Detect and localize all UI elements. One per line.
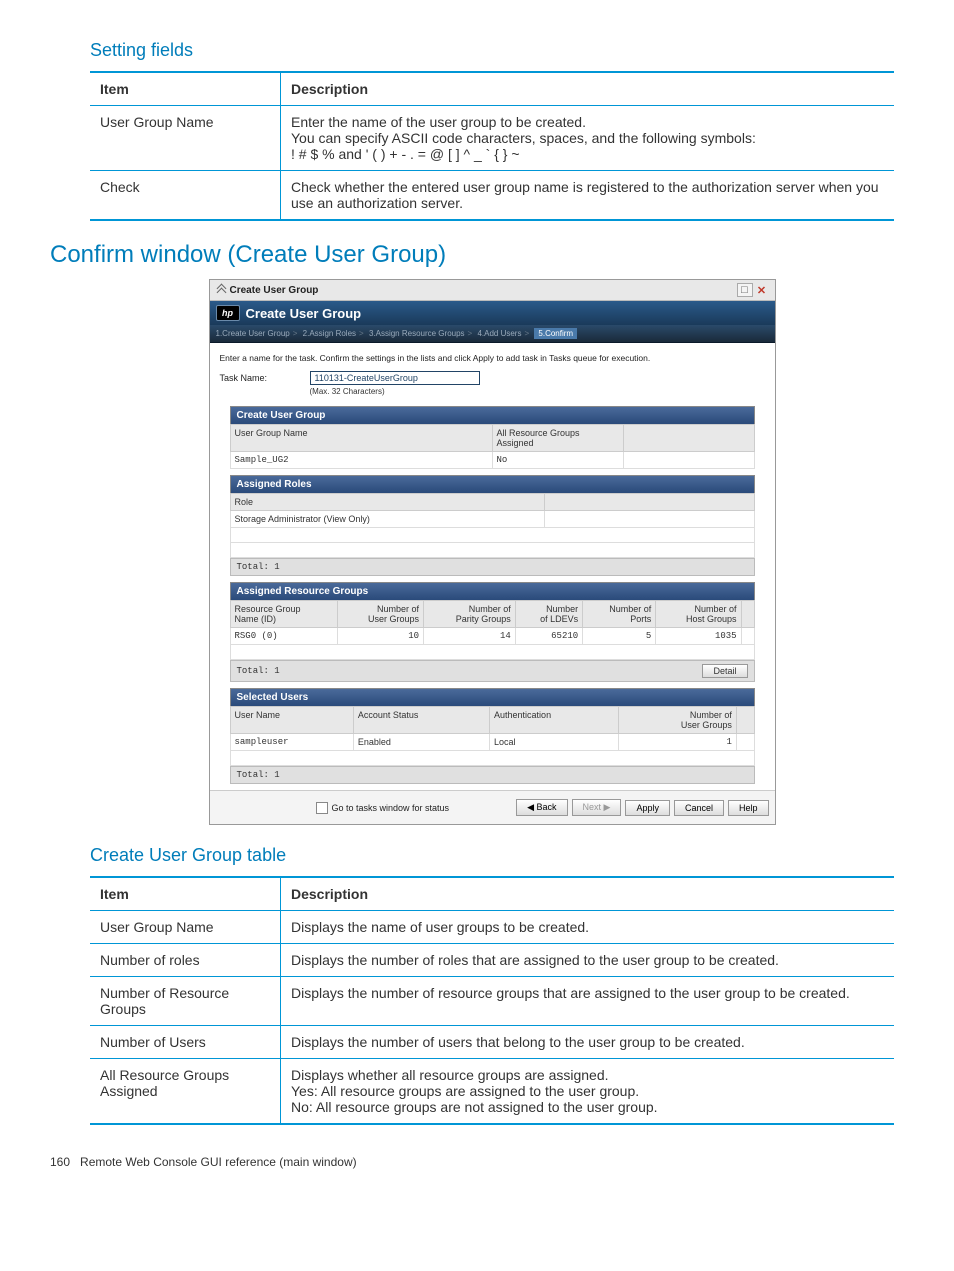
heading-confirm-window: Confirm window (Create User Group) <box>50 241 894 269</box>
help-button[interactable]: Help <box>728 800 769 816</box>
heading-create-table: Create User Group table <box>90 845 894 866</box>
cell-value: No <box>492 452 623 469</box>
col-header: Number of Host Groups <box>656 601 741 628</box>
table-cell: User Group Name <box>90 911 281 944</box>
col-header: Role <box>230 494 544 511</box>
create-user-group-desc-table: Item Description User Group NameDisplays… <box>90 876 894 1125</box>
cell-value: Local <box>490 734 619 751</box>
hp-logo-icon: hp <box>216 305 240 321</box>
table-cell: Displays the name of user groups to be c… <box>281 911 895 944</box>
col-desc: Description <box>281 72 895 106</box>
task-name-hint: (Max. 32 Characters) <box>310 387 480 396</box>
checkbox-label: Go to tasks window for status <box>332 803 450 813</box>
col-header: User Group Name <box>230 425 492 452</box>
cell-value: 14 <box>424 628 516 645</box>
cell-value: 5 <box>583 628 656 645</box>
total-bar: Total: 1 Detail <box>230 660 755 682</box>
heading-setting-fields: Setting fields <box>90 40 894 61</box>
panel-assigned-resource-groups: Assigned Resource Groups <box>230 582 755 600</box>
col-header <box>741 601 754 628</box>
back-button[interactable]: ◀ Back <box>516 799 567 816</box>
col-header: Number of LDEVs <box>515 601 582 628</box>
col-header: Number of User Groups <box>619 707 737 734</box>
task-name-input[interactable]: 110131-CreateUserGroup <box>310 371 480 385</box>
apply-button[interactable]: Apply <box>625 800 670 816</box>
dialog-title: Create User Group <box>246 306 362 321</box>
col-header: All Resource Groups Assigned <box>492 425 623 452</box>
col-desc: Description <box>281 877 895 911</box>
table-cell: User Group Name <box>90 106 281 171</box>
table-cell: Check <box>90 171 281 221</box>
cell-value: 65210 <box>515 628 582 645</box>
col-header: Number of User Groups <box>338 601 424 628</box>
bc-step-active: 5.Confirm <box>534 328 577 339</box>
table-cell: Number of Resource Groups <box>90 977 281 1026</box>
table-cell: Check whether the entered user group nam… <box>281 171 895 221</box>
table-cell: Number of roles <box>90 944 281 977</box>
bc-step: 2.Assign Roles <box>303 329 356 338</box>
page-footer: 160 Remote Web Console GUI reference (ma… <box>50 1155 894 1169</box>
cell-value <box>544 511 754 528</box>
cell-value <box>623 452 754 469</box>
collapse-icon[interactable] <box>216 285 226 295</box>
table-cell: Displays whether all resource groups are… <box>281 1059 895 1125</box>
page-number: 160 <box>50 1155 70 1169</box>
cell-value: 1035 <box>656 628 741 645</box>
screenshot-dialog: Create User Group □ ✕ hp Create User Gro… <box>209 279 776 825</box>
table-cell: All Resource Groups Assigned <box>90 1059 281 1125</box>
instruction-text: Enter a name for the task. Confirm the s… <box>210 343 775 371</box>
next-button: Next ▶ <box>572 799 622 816</box>
table-cell: Displays the number of users that belong… <box>281 1026 895 1059</box>
checkbox-icon[interactable] <box>316 802 328 814</box>
close-icon[interactable]: ✕ <box>755 284 769 296</box>
dialog-footer: Go to tasks window for status ◀ Back Nex… <box>210 790 775 824</box>
wizard-breadcrumb: 1.Create User Group> 2.Assign Roles> 3.A… <box>210 325 775 343</box>
dialog-header: hp Create User Group <box>210 301 775 325</box>
col-header: User Name <box>230 707 353 734</box>
total-bar: Total: 1 <box>230 558 755 576</box>
cell-value <box>736 734 754 751</box>
total-bar: Total: 1 <box>230 766 755 784</box>
cell-value: RSG0 (0) <box>230 628 338 645</box>
cell-value: 10 <box>338 628 424 645</box>
col-header: Number of Ports <box>583 601 656 628</box>
table-cell: Displays the number of roles that are as… <box>281 944 895 977</box>
cell-value <box>741 628 754 645</box>
col-header: Authentication <box>490 707 619 734</box>
cell-value: Sample_UG2 <box>230 452 492 469</box>
detail-button[interactable]: Detail <box>702 664 747 678</box>
panel-assigned-roles: Assigned Roles <box>230 475 755 493</box>
table-cell: Enter the name of the user group to be c… <box>281 106 895 171</box>
titlebar: Create User Group □ ✕ <box>210 280 775 301</box>
cancel-button[interactable]: Cancel <box>674 800 724 816</box>
panel-selected-users: Selected Users <box>230 688 755 706</box>
bc-step: 1.Create User Group <box>216 329 290 338</box>
maximize-icon[interactable]: □ <box>737 283 753 297</box>
page-footer-text: Remote Web Console GUI reference (main w… <box>80 1155 357 1169</box>
col-header: Number of Parity Groups <box>424 601 516 628</box>
cell-value: sampleuser <box>230 734 353 751</box>
col-item: Item <box>90 72 281 106</box>
col-header <box>623 425 754 452</box>
setting-fields-table: Item Description User Group Name Enter t… <box>90 71 894 221</box>
col-header <box>736 707 754 734</box>
col-header: Account Status <box>353 707 489 734</box>
table-cell: Displays the number of resource groups t… <box>281 977 895 1026</box>
panel-create-user-group: Create User Group <box>230 406 755 424</box>
table-cell: Number of Users <box>90 1026 281 1059</box>
col-item: Item <box>90 877 281 911</box>
bc-step: 4.Add Users <box>477 329 521 338</box>
bc-step: 3.Assign Resource Groups <box>369 329 465 338</box>
go-to-tasks-checkbox[interactable]: Go to tasks window for status <box>316 802 450 814</box>
cell-value: Storage Administrator (View Only) <box>230 511 544 528</box>
window-title: Create User Group <box>230 285 319 296</box>
col-header <box>544 494 754 511</box>
cell-value: 1 <box>619 734 737 751</box>
task-name-label: Task Name: <box>220 371 310 383</box>
cell-value: Enabled <box>353 734 489 751</box>
col-header: Resource Group Name (ID) <box>230 601 338 628</box>
